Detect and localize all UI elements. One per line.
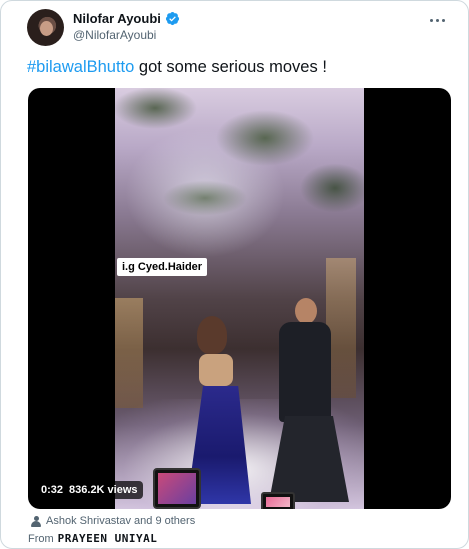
avatar-face (40, 21, 53, 36)
more-dot-icon (441, 18, 445, 22)
author-name-row: Nilofar Ayoubi (73, 11, 180, 26)
person-icon (31, 515, 41, 527)
more-dot-icon (435, 18, 439, 22)
avatar[interactable] (27, 9, 64, 46)
verified-badge-icon (165, 11, 179, 26)
video-frame: i.g Cyed.Haider (115, 88, 364, 509)
more-dot-icon (429, 18, 433, 22)
from-label: From (28, 533, 54, 545)
tweet-card[interactable]: Nilofar Ayoubi @NilofarAyoubi #bilawalBh… (0, 0, 469, 549)
hanging-foliage (115, 88, 364, 238)
tweet-body: got some serious moves ! (134, 58, 327, 76)
liked-by-text: Ashok Shrivastav and 9 others (46, 515, 196, 527)
phone-in-foreground (153, 468, 201, 509)
hashtag-link[interactable]: #bilawalBhutto (27, 58, 134, 76)
video-watermark: i.g Cyed.Haider (117, 258, 208, 276)
video-player[interactable]: i.g Cyed.Haider 0:32 836.2K views (28, 88, 451, 509)
liked-by-row[interactable]: Ashok Shrivastav and 9 others (31, 515, 195, 527)
dancer-man (265, 298, 355, 503)
more-options-button[interactable] (426, 11, 448, 29)
video-info-overlay: 0:32 836.2K views (36, 481, 143, 499)
tweet-text: #bilawalBhutto got some serious moves ! (27, 57, 327, 77)
background-light (115, 298, 143, 408)
author-handle[interactable]: @NilofarAyoubi (73, 28, 156, 42)
from-row: From PRAYEEN UNIYAL (28, 532, 157, 545)
phone-in-foreground (261, 492, 295, 509)
author-display-name[interactable]: Nilofar Ayoubi (73, 11, 161, 26)
video-duration: 0:32 (41, 484, 64, 496)
video-views: 836.2K views (69, 484, 138, 496)
from-account-link[interactable]: PRAYEEN UNIYAL (58, 532, 158, 545)
